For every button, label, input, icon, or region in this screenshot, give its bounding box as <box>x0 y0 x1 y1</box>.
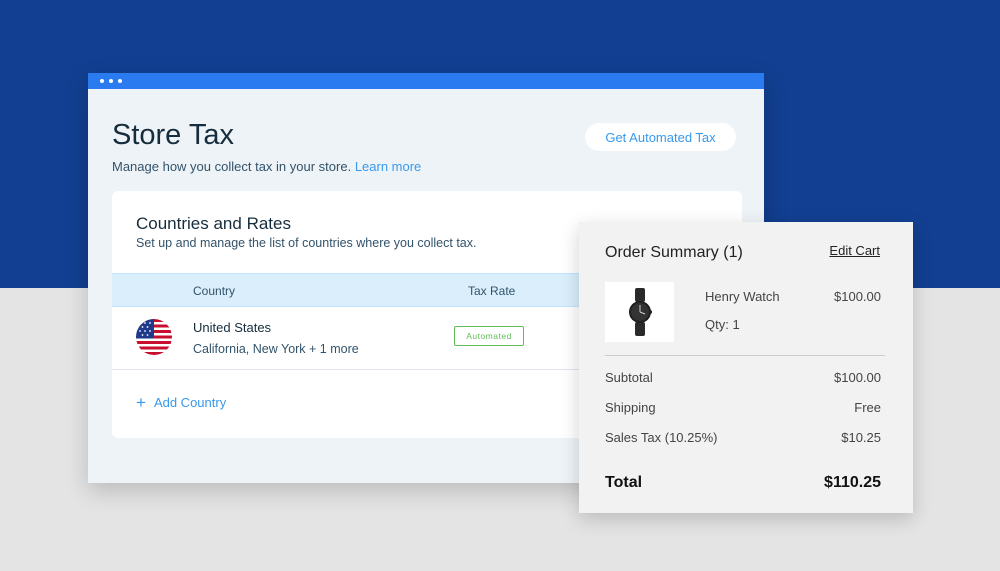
us-flag-icon <box>136 319 172 355</box>
total-label: Total <box>605 474 643 491</box>
column-header-tax-rate: Tax Rate <box>468 284 516 298</box>
country-regions: California, New York + 1 more <box>193 342 359 356</box>
country-name: United States <box>193 320 272 335</box>
page-subtitle: Manage how you collect tax in your store… <box>112 159 421 174</box>
automated-badge: Automated <box>454 326 524 346</box>
product-name: Henry Watch <box>705 289 780 304</box>
window-title-bar <box>88 73 764 89</box>
line-value: $10.25 <box>841 430 881 445</box>
subtotal-line: Subtotal $100.00 <box>605 370 881 385</box>
order-summary-panel: Order Summary (1) Edit Cart Henry Watch … <box>579 222 913 513</box>
sales-tax-line: Sales Tax (10.25%) $10.25 <box>605 430 881 445</box>
window-dot <box>109 79 113 83</box>
add-country-button[interactable]: + Add Country <box>136 393 227 412</box>
total-line: Total $110.25 <box>605 474 881 492</box>
product-quantity: Qty: 1 <box>705 317 740 332</box>
line-value: $100.00 <box>834 370 881 385</box>
window-dot <box>118 79 122 83</box>
add-country-label: Add Country <box>153 395 227 410</box>
plus-icon: + <box>136 393 146 412</box>
card-title: Countries and Rates <box>136 214 291 233</box>
subtitle-text: Manage how you collect tax in your store… <box>112 159 352 174</box>
line-label: Shipping <box>605 400 656 415</box>
line-value: Free <box>854 400 881 415</box>
line-label: Subtotal <box>605 370 653 385</box>
window-dot <box>100 79 104 83</box>
get-automated-tax-button[interactable]: Get Automated Tax <box>585 123 736 151</box>
card-subtitle: Set up and manage the list of countries … <box>136 236 477 250</box>
total-value: $110.25 <box>824 474 881 491</box>
line-label: Sales Tax (10.25%) <box>605 430 718 445</box>
learn-more-link[interactable]: Learn more <box>355 159 421 174</box>
order-summary-title: Order Summary (1) <box>605 244 743 261</box>
page-title: Store Tax <box>112 119 234 151</box>
shipping-line: Shipping Free <box>605 400 881 415</box>
watch-icon <box>605 282 674 342</box>
divider <box>605 355 885 356</box>
column-header-country: Country <box>193 284 236 298</box>
product-price: $100.00 <box>834 289 881 304</box>
edit-cart-link[interactable]: Edit Cart <box>829 243 880 258</box>
